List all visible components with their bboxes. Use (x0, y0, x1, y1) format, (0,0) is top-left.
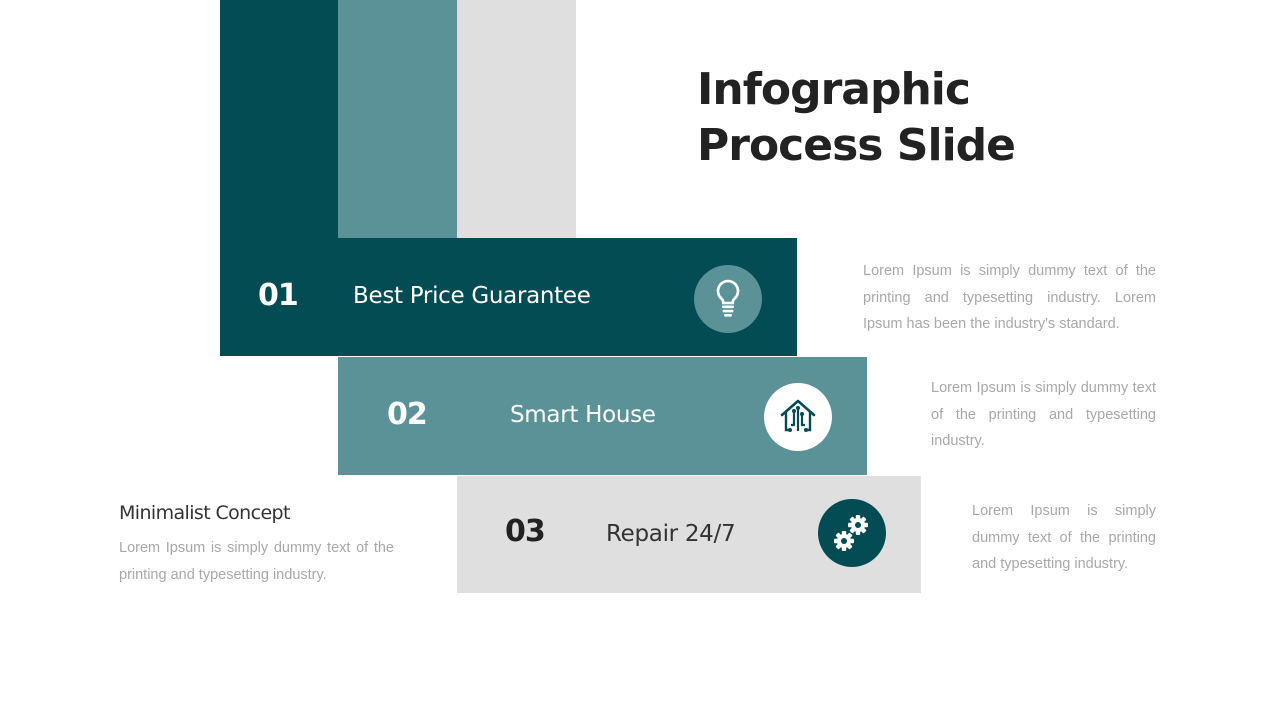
step-02-description: Lorem Ipsum is simply dummy text of the … (931, 380, 1156, 449)
step-label: Repair 24/7 (606, 521, 736, 547)
step-number: 03 (505, 514, 546, 549)
step-01-band: 01 Best Price Guarantee (220, 238, 797, 356)
gears-icon (834, 515, 868, 551)
title-line-1: Infographic (697, 64, 971, 115)
concept-description: Lorem Ipsum is simply dummy text of the … (119, 540, 394, 583)
step-icon-circle (764, 383, 832, 451)
smart-house-icon (780, 399, 816, 432)
column-light (457, 0, 576, 238)
page-title: Infographic Process Slide (697, 62, 1016, 174)
step-label: Smart House (510, 402, 656, 428)
column-mid (338, 0, 457, 238)
column-dark (220, 0, 338, 238)
lightbulb-icon (716, 279, 740, 317)
step-number: 01 (258, 278, 299, 313)
step-03-description: Lorem Ipsum is simply dummy text of the … (972, 503, 1156, 572)
step-01-description: Lorem Ipsum is simply dummy text of the … (863, 263, 1156, 332)
step-icon-circle (694, 265, 762, 333)
step-02-band: 02 Smart House (338, 357, 867, 475)
concept-title: Minimalist Concept (119, 502, 290, 524)
step-number: 02 (387, 397, 428, 432)
step-03-band: 03 Repair 24/7 (457, 476, 921, 593)
title-line-2: Process Slide (697, 120, 1016, 171)
step-label: Best Price Guarantee (353, 283, 591, 309)
step-icon-circle (818, 499, 886, 567)
